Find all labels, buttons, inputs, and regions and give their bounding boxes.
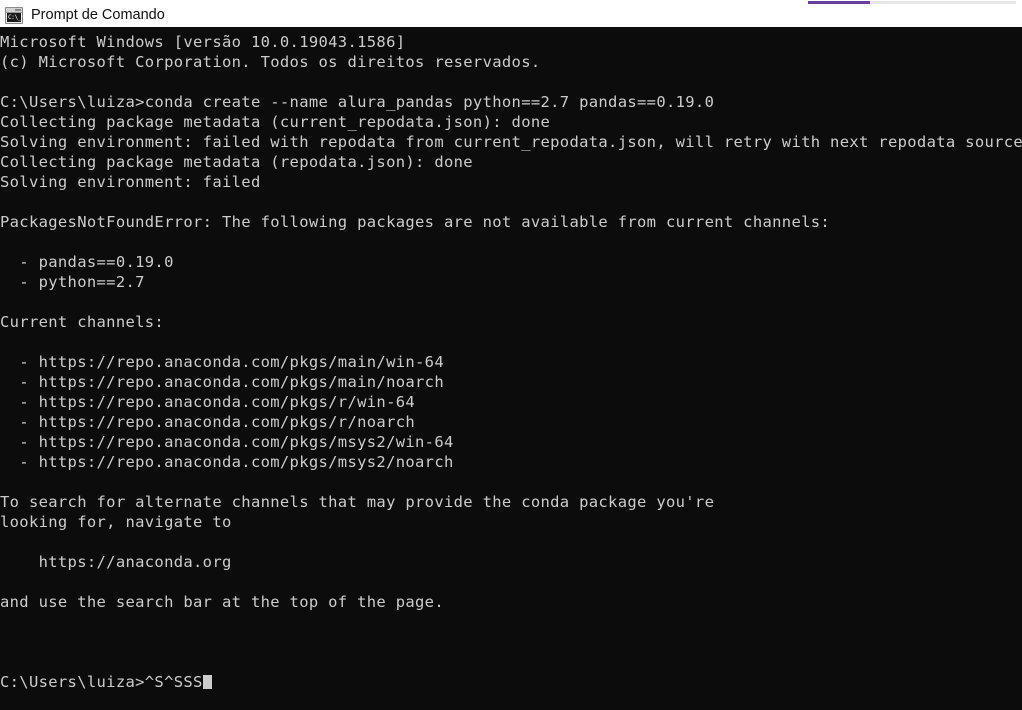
terminal-line: - https://repo.anaconda.com/pkgs/msys2/n… [0,453,454,471]
window-title: Prompt de Comando [31,7,165,24]
terminal-line: PackagesNotFoundError: The following pac… [0,213,831,231]
terminal-line: - https://repo.anaconda.com/pkgs/r/noarc… [0,413,416,431]
text-cursor [202,675,212,689]
console-icon-glyph: C:\_ [7,13,21,22]
terminal-line: C:\Users\luiza>conda create --name alura… [0,93,715,111]
terminal-line: - python==2.7 [0,273,145,291]
terminal-line: - https://repo.anaconda.com/pkgs/r/win-6… [0,393,416,411]
terminal-line: - https://repo.anaconda.com/pkgs/main/no… [0,373,444,391]
terminal-line: - https://repo.anaconda.com/pkgs/msys2/w… [0,433,454,451]
terminal-line: To search for alternate channels that ma… [0,493,715,511]
terminal-line: Collecting package metadata (current_rep… [0,113,551,131]
terminal-output: Microsoft Windows [versão 10.0.19043.158… [0,27,1022,692]
terminal-line: and use the search bar at the top of the… [0,593,444,611]
console-icon[interactable]: C:\_ [5,7,23,24]
terminal-line: C:\Users\luiza>^S^SSS [0,672,1022,692]
terminal-surface[interactable]: Microsoft Windows [versão 10.0.19043.158… [0,27,1022,710]
terminal-line: - https://repo.anaconda.com/pkgs/main/wi… [0,353,444,371]
terminal-line: - pandas==0.19.0 [0,253,174,271]
terminal-line: Solving environment: failed with repodat… [0,133,1022,151]
terminal-line: https://anaconda.org [0,553,232,571]
terminal-line: Current channels: [0,313,165,331]
terminal-line: Microsoft Windows [versão 10.0.19043.158… [0,33,406,51]
terminal-line: looking for, navigate to [0,513,232,531]
window-titlebar[interactable]: C:\_ Prompt de Comando [0,4,1022,27]
terminal-line: Solving environment: failed [0,173,261,191]
terminal-line: (c) Microsoft Corporation. Todos os dire… [0,53,541,71]
terminal-line: Collecting package metadata (repodata.js… [0,153,473,171]
